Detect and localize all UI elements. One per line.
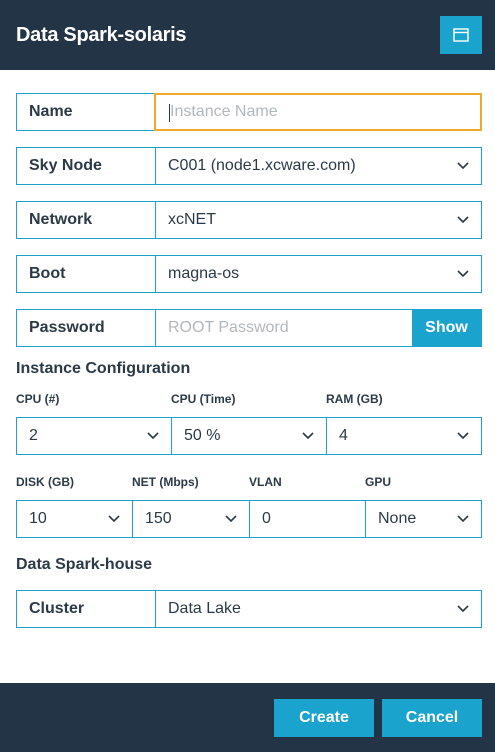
disk-label: DISK (GB) xyxy=(16,475,74,489)
password-label: Password xyxy=(17,310,156,346)
chevron-down-icon xyxy=(108,515,120,523)
name-placeholder: Instance Name xyxy=(170,103,278,120)
sky-node-value: C001 (node1.xcware.com) xyxy=(168,157,356,174)
show-password-button[interactable]: Show xyxy=(412,310,481,346)
cluster-row: Cluster Data Lake xyxy=(16,590,482,628)
cluster-label: Cluster xyxy=(17,591,156,627)
ram-label: RAM (GB) xyxy=(326,392,383,406)
instance-config-title: Instance Configuration xyxy=(16,360,191,377)
config-labels-row1: CPU (#) CPU (Time) RAM (GB) xyxy=(16,392,482,408)
chevron-down-icon xyxy=(457,216,469,224)
sky-node-row: Sky Node C001 (node1.xcware.com) xyxy=(16,147,482,185)
cpu-count-label: CPU (#) xyxy=(16,392,60,406)
password-row: Password ROOT Password Show xyxy=(16,309,482,347)
boot-value: magna-os xyxy=(168,265,240,282)
name-row: Name Instance Name xyxy=(16,93,482,131)
vlan-value: 0 xyxy=(262,510,271,527)
config-row1: 2 50 % 4 xyxy=(16,417,482,455)
password-placeholder: ROOT Password xyxy=(168,319,289,336)
window-toggle-button[interactable] xyxy=(440,16,482,54)
dialog-footer: Create Cancel xyxy=(0,683,495,752)
cpu-time-select[interactable]: 50 % xyxy=(172,418,327,454)
sky-node-label: Sky Node xyxy=(17,148,156,184)
dialog-header: Data Spark-solaris xyxy=(0,0,495,70)
cpu-count-select[interactable]: 2 xyxy=(17,418,172,454)
chevron-down-icon xyxy=(457,515,469,523)
ram-value: 4 xyxy=(339,427,348,444)
chevron-down-icon xyxy=(457,270,469,278)
window-icon xyxy=(453,28,469,42)
cancel-button[interactable]: Cancel xyxy=(382,698,482,737)
network-select[interactable]: xcNET xyxy=(156,202,481,238)
boot-row: Boot magna-os xyxy=(16,255,482,293)
vlan-label: VLAN xyxy=(249,475,282,489)
disk-select[interactable]: 10 xyxy=(17,501,133,537)
chevron-down-icon xyxy=(302,432,314,440)
cpu-time-label: CPU (Time) xyxy=(171,392,236,406)
net-label: NET (Mbps) xyxy=(132,475,199,489)
text-cursor xyxy=(169,104,170,122)
chevron-down-icon xyxy=(457,432,469,440)
config-labels-row2: DISK (GB) NET (Mbps) VLAN GPU xyxy=(16,475,482,491)
sky-node-select[interactable]: C001 (node1.xcware.com) xyxy=(156,148,481,184)
name-input[interactable]: Instance Name xyxy=(154,93,482,131)
chevron-down-icon xyxy=(457,605,469,613)
cpu-count-value: 2 xyxy=(29,427,38,444)
create-button[interactable]: Create xyxy=(274,698,374,737)
vlan-input[interactable]: 0 xyxy=(250,501,366,537)
cluster-select[interactable]: Data Lake xyxy=(156,591,481,627)
dialog-body: Name Instance Name Sky Node C001 (node1.… xyxy=(16,93,482,644)
chevron-down-icon xyxy=(457,162,469,170)
network-row: Network xcNET xyxy=(16,201,482,239)
config-row2: 10 150 0 None xyxy=(16,500,482,538)
cpu-time-value: 50 % xyxy=(184,427,221,444)
ram-select[interactable]: 4 xyxy=(327,418,481,454)
password-input[interactable]: ROOT Password Show xyxy=(156,310,481,346)
spark-house-title: Data Spark-house xyxy=(16,556,153,573)
net-select[interactable]: 150 xyxy=(133,501,250,537)
network-value: xcNET xyxy=(168,211,216,228)
chevron-down-icon xyxy=(147,432,159,440)
gpu-value: None xyxy=(378,510,417,527)
network-label: Network xyxy=(17,202,156,238)
boot-select[interactable]: magna-os xyxy=(156,256,481,292)
name-label: Name xyxy=(16,93,155,131)
disk-value: 10 xyxy=(29,510,47,527)
net-value: 150 xyxy=(145,510,172,527)
boot-label: Boot xyxy=(17,256,156,292)
gpu-select[interactable]: None xyxy=(366,501,481,537)
chevron-down-icon xyxy=(225,515,237,523)
cluster-value: Data Lake xyxy=(168,600,241,617)
gpu-label: GPU xyxy=(365,475,392,489)
dialog-title: Data Spark-solaris xyxy=(16,23,187,46)
